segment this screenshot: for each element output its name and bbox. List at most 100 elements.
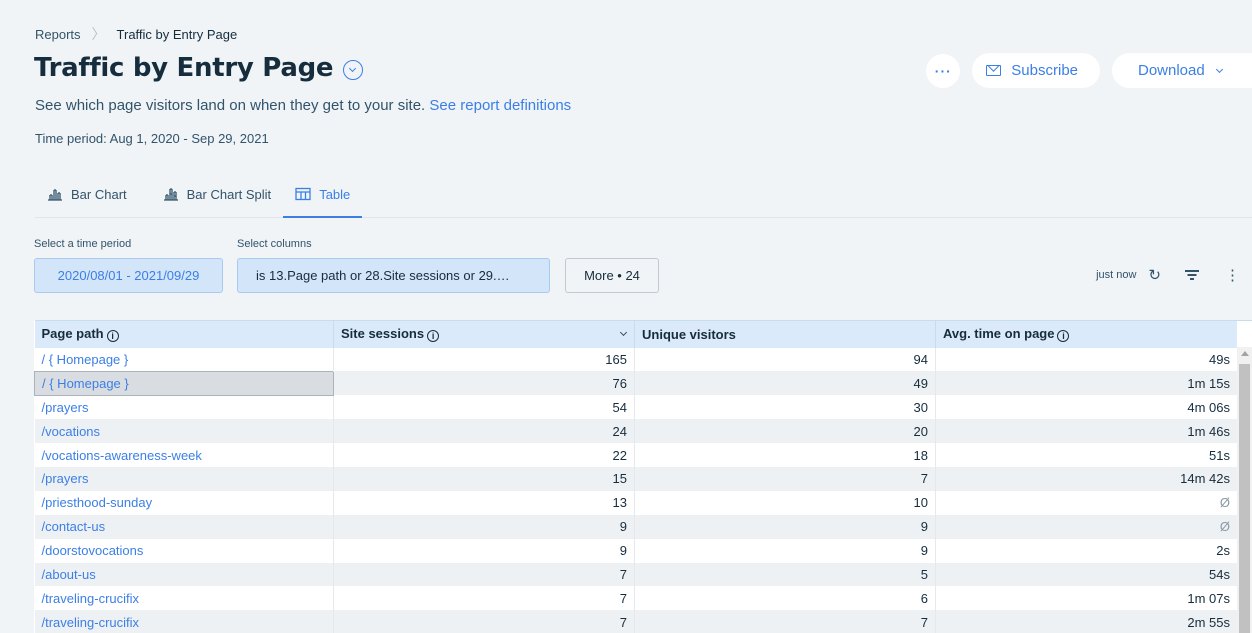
tab-label: Bar Chart Split [186,187,272,202]
table-row: /prayers 15 7 14m 42s [34,466,1238,491]
time-period-select[interactable]: 2020/08/01 - 2021/09/29 [34,258,223,293]
table-row: /prayers 54 30 4m 06s [34,395,1238,420]
site-sessions-cell: 22 [333,443,635,467]
avg-time-cell: 49s [935,347,1238,372]
filter-icon[interactable] [1185,270,1199,280]
avg-time-cell: Ø [935,514,1238,539]
avg-time-cell: 2s [935,538,1238,563]
header-filler [1237,320,1252,348]
mail-icon [986,65,1002,76]
unique-visitors-cell: 9 [634,538,936,563]
page-path-link[interactable]: /priesthood-sunday [34,490,334,515]
page-path-link[interactable]: / { Homepage } [34,370,334,396]
report-switcher-chevron-icon[interactable] [343,60,364,80]
page-path-link[interactable]: /contact-us [34,514,334,539]
site-sessions-cell: 9 [333,514,635,539]
description-text: See which page visitors land on when the… [35,97,426,114]
chevron-down-icon [1215,65,1223,73]
page-path-link[interactable]: / { Homepage } [34,347,334,372]
site-sessions-cell: 9 [333,538,635,563]
avg-time-cell: 1m 46s [935,419,1238,444]
refresh-area: just now ↻ ⋮ [1096,266,1240,284]
unique-visitors-cell: 7 [634,610,936,633]
report-definitions-link[interactable]: See report definitions [429,97,571,114]
breadcrumb-reports-link[interactable]: Reports [35,27,81,42]
site-sessions-cell: 7 [333,586,635,611]
subscribe-button[interactable]: Subscribe [972,53,1100,88]
tab-label: Table [319,187,351,202]
table-icon [295,187,311,201]
table-row: /contact-us 9 9 Ø [34,514,1238,539]
avg-time-cell: Ø [935,490,1238,515]
info-icon[interactable]: i [427,330,440,343]
more-filters-button[interactable]: More • 24 [565,258,659,293]
view-tabs: Bar Chart Bar Chart Split Table [35,178,1252,218]
download-button[interactable]: Download [1112,53,1252,88]
vertical-scrollbar[interactable] [1237,347,1252,633]
page-title: Traffic by Entry Page [34,53,334,83]
unique-visitors-cell: 9 [634,514,936,539]
site-sessions-cell: 7 [333,610,635,633]
avg-time-cell: 14m 42s [935,466,1238,491]
table-header-row: Page path i Site sessions i Unique visitor… [34,320,1238,348]
subscribe-label: Subscribe [1011,62,1078,79]
time-period-label: Select a time period [34,238,132,250]
unique-visitors-cell: 5 [634,562,936,587]
page-path-link[interactable]: /traveling-crucifix [34,610,334,633]
unique-visitors-cell: 7 [634,466,936,491]
column-header-site-sessions[interactable]: Site sessions i [333,320,635,348]
kebab-menu-icon[interactable]: ⋮ [1225,268,1240,283]
page-path-link[interactable]: /vocations [34,419,334,444]
sort-descending-icon[interactable] [619,328,628,337]
table-row: /traveling-crucifix 7 6 1m 07s [34,586,1238,611]
page-path-link[interactable]: /prayers [34,466,334,491]
select-columns-label: Select columns [237,238,312,250]
site-sessions-cell: 13 [333,490,635,515]
avg-time-cell: 4m 06s [935,395,1238,420]
column-header-unique-visitors[interactable]: Unique visitors [634,320,936,348]
page-path-link[interactable]: /prayers [34,395,334,420]
tab-table[interactable]: Table [283,178,363,218]
tab-bar-chart[interactable]: Bar Chart [35,178,127,217]
tab-label: Bar Chart [71,187,127,202]
avg-time-cell: 54s [935,562,1238,587]
avg-time-cell: 2m 55s [935,610,1238,633]
scrollbar-thumb[interactable] [1239,364,1250,633]
breadcrumb-current: Traffic by Entry Page [116,26,238,42]
unique-visitors-cell: 20 [634,419,936,444]
avg-time-cell: 1m 07s [935,586,1238,611]
download-label: Download [1138,62,1205,79]
column-header-avg-time[interactable]: Avg. time on page i [935,320,1238,348]
column-header-page-path[interactable]: Page path i [34,320,334,348]
page-path-link[interactable]: /about-us [34,562,334,587]
table-row: /vocations-awareness-week 22 18 51s [34,443,1238,467]
report-table: Page path i Site sessions i Unique visitor… [34,320,1252,633]
site-sessions-cell: 76 [333,371,635,396]
breadcrumb-separator-icon: 〉 [91,26,106,42]
title-row: Traffic by Entry Page [34,53,364,83]
tab-bar-chart-split[interactable]: Bar Chart Split [151,178,272,217]
page-path-link[interactable]: /vocations-awareness-week [34,443,334,467]
page-path-link[interactable]: /traveling-crucifix [34,586,334,611]
header-actions: ··· Subscribe Download [926,53,1252,88]
info-icon[interactable]: i [106,330,119,343]
table-row: / { Homepage } 165 94 49s [34,347,1238,372]
unique-visitors-cell: 30 [634,395,936,420]
columns-select[interactable]: is 13.Page path or 28.Site sessions or 2… [237,258,550,293]
unique-visitors-cell: 18 [634,443,936,467]
site-sessions-cell: 165 [333,347,635,372]
info-icon[interactable]: i [1057,330,1070,343]
unique-visitors-cell: 10 [634,490,936,515]
refresh-icon[interactable]: ↻ [1148,266,1161,284]
site-sessions-cell: 7 [333,562,635,587]
table-row: / { Homepage } 76 49 1m 15s [34,370,1238,396]
page-path-link[interactable]: /doorstovocations [34,538,334,563]
table-row: /vocations 24 20 1m 46s [34,419,1238,444]
table-row: /priesthood-sunday 13 10 Ø [34,490,1238,515]
table-row: /about-us 7 5 54s [34,562,1238,587]
site-sessions-cell: 24 [333,419,635,444]
more-actions-button[interactable]: ··· [926,53,961,88]
table-row: /doorstovocations 9 9 2s [34,538,1238,563]
unique-visitors-cell: 6 [634,586,936,611]
scroll-up-arrow-icon[interactable] [1241,351,1249,356]
